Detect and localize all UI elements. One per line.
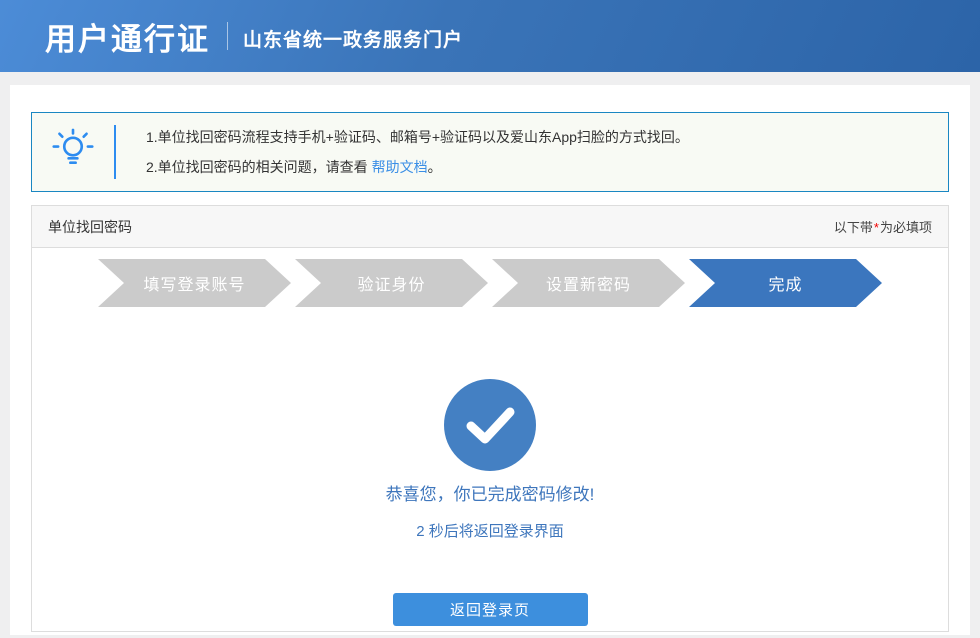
required-star: * [874,220,879,235]
site-header: 用户通行证 山东省统一政务服务门户 [0,0,980,72]
step-complete: 完成 [689,259,882,307]
step-set-new-password: 设置新密码 [492,259,685,307]
site-subtitle: 山东省统一政务服务门户 [243,21,463,52]
notice-divider [114,125,116,179]
site-title: 用户通行证 [45,14,210,59]
notice-line-2-prefix: 2.单位找回密码的相关问题，请查看 [146,159,372,175]
password-recovery-panel: 单位找回密码 以下带*为必填项 填写登录账号 验证身份 设置新密码 完成 恭喜您… [31,205,949,632]
redirect-countdown: 2 秒后将返回登录界面 [32,521,948,543]
notice-box: 1.单位找回密码流程支持手机+验证码、邮箱号+验证码以及爱山东App扫脸的方式找… [31,112,949,192]
lightbulb-icon [52,128,94,177]
required-hint-prefix: 以下带 [834,220,873,235]
notice-line-1: 1.单位找回密码流程支持手机+验证码、邮箱号+验证码以及爱山东App扫脸的方式找… [146,122,689,152]
help-doc-link[interactable]: 帮助文档 [372,159,428,175]
notice-text: 1.单位找回密码流程支持手机+验证码、邮箱号+验证码以及爱山东App扫脸的方式找… [146,122,689,182]
required-hint-suffix: 为必填项 [880,220,932,235]
result-area: 恭喜您，你已完成密码修改! 2 秒后将返回登录界面 返回登录页 [32,379,948,626]
step-fill-account: 填写登录账号 [98,259,291,307]
required-hint: 以下带*为必填项 [834,217,932,236]
step-verify-identity: 验证身份 [295,259,488,307]
step-progress-bar: 填写登录账号 验证身份 设置新密码 完成 [98,259,882,307]
success-message: 恭喜您，你已完成密码修改! [32,483,948,507]
header-divider [227,22,228,50]
page-panel: 1.单位找回密码流程支持手机+验证码、邮箱号+验证码以及爱山东App扫脸的方式找… [10,85,970,635]
notice-icon-wrap [32,128,114,177]
notice-line-2-suffix: 。 [428,159,442,175]
section-header: 单位找回密码 以下带*为必填项 [32,206,948,248]
notice-line-2: 2.单位找回密码的相关问题，请查看 帮助文档。 [146,152,689,182]
back-to-login-button[interactable]: 返回登录页 [393,593,588,626]
success-check-icon [32,379,948,471]
section-title: 单位找回密码 [48,217,132,237]
